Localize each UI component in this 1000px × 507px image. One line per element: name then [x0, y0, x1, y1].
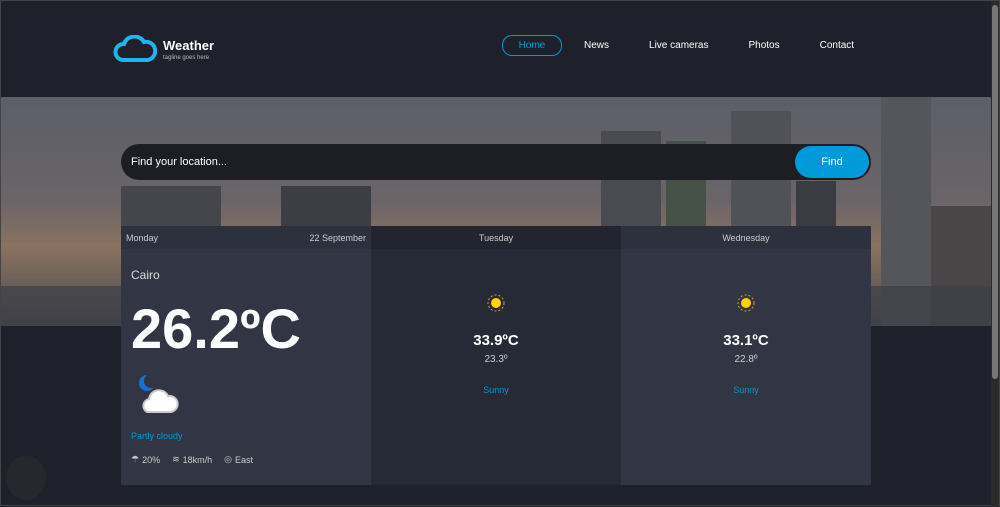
nav-news[interactable]: News	[584, 36, 609, 55]
sun-icon	[737, 294, 755, 312]
wind-icon: ≋	[172, 454, 180, 465]
main-nav: Home News Live cameras Photos Contact	[502, 35, 854, 56]
forecast-day: Tuesday	[371, 226, 621, 249]
find-button[interactable]: Find	[795, 146, 869, 178]
page-scrollbar[interactable]	[991, 1, 999, 507]
shield-watermark-icon	[6, 456, 46, 500]
forecast-day: Wednesday	[621, 226, 871, 249]
forecast-condition: Sunny	[371, 385, 621, 395]
forecast-low: 23.3º	[371, 354, 621, 365]
location-search-bar: Find	[121, 144, 871, 180]
forecast-card: Tuesday 33.9ºC 23.3º Sunny	[371, 226, 621, 485]
nav-contact[interactable]: Contact	[820, 36, 854, 55]
umbrella-icon: ☂	[131, 454, 139, 465]
scrollbar-thumb[interactable]	[992, 5, 998, 379]
sun-icon	[487, 294, 505, 312]
wind-direction: East	[235, 455, 253, 465]
forecast-high: 33.9ºC	[371, 332, 621, 349]
current-temperature: 26.2ºC	[131, 296, 301, 361]
today-date: 22 September	[309, 233, 366, 243]
forecast-high: 33.1ºC	[621, 332, 871, 349]
brand-logo[interactable]: Weather tagline goes here	[113, 35, 214, 63]
cloud-logo-icon	[113, 35, 157, 63]
site-header: Weather tagline goes here Home News Live…	[1, 1, 993, 97]
nav-home[interactable]: Home	[502, 35, 562, 56]
today-day: Monday	[126, 233, 158, 243]
today-card: Monday 22 September Cairo 26.2ºC Partly c…	[121, 226, 371, 485]
forecast-low: 22.8º	[621, 354, 871, 365]
partly-cloudy-night-icon	[137, 374, 187, 416]
rain-chance: 20%	[142, 455, 160, 465]
brand-name: Weather	[163, 38, 214, 53]
forecast-condition: Sunny	[621, 385, 871, 395]
nav-live-cameras[interactable]: Live cameras	[649, 36, 708, 55]
brand-tagline: tagline goes here	[163, 55, 214, 61]
wind-speed: 18km/h	[183, 455, 213, 465]
nav-photos[interactable]: Photos	[748, 36, 779, 55]
city-name: Cairo	[131, 268, 160, 282]
compass-icon: ◎	[224, 454, 232, 465]
today-condition: Partly cloudy	[131, 431, 183, 441]
forecast-card: Wednesday 33.1ºC 22.8º Sunny	[621, 226, 871, 485]
location-search-input[interactable]	[121, 156, 795, 168]
